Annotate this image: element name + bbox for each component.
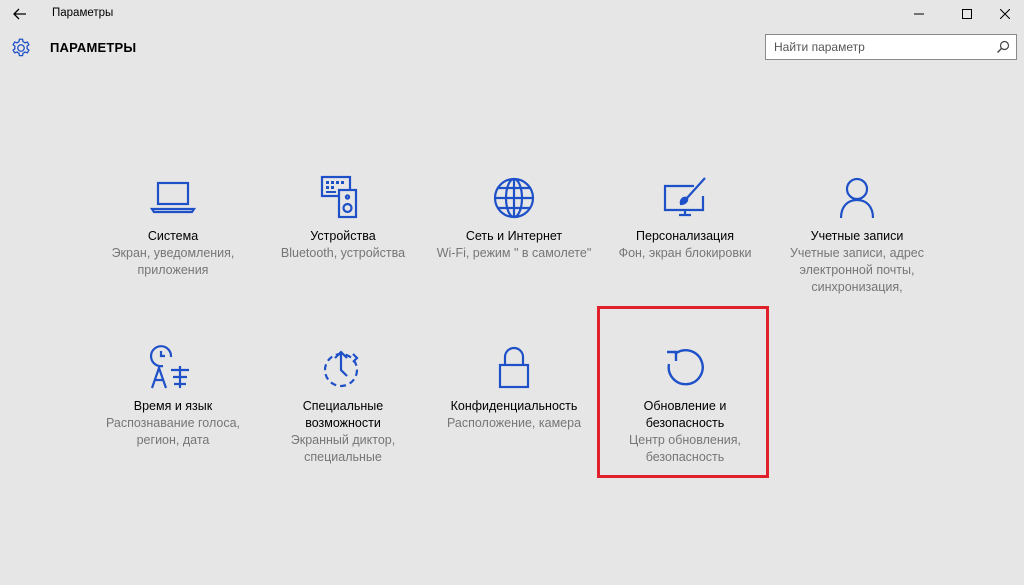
- close-button[interactable]: [982, 0, 1024, 28]
- tile-accounts[interactable]: Учетные записи Учетные записи, адрес эле…: [772, 174, 942, 296]
- tile-name: Время и язык: [133, 399, 213, 413]
- tile-name: Специальные возможности: [302, 399, 384, 430]
- gear-icon: [12, 38, 30, 57]
- tile-name: Конфиденциальность: [450, 399, 578, 413]
- tile-system[interactable]: Система Экран, уведомления, приложения: [88, 174, 258, 279]
- minimize-icon: [914, 13, 924, 15]
- tile-desc: Экран, уведомления, приложения: [111, 246, 235, 277]
- close-icon: [1000, 9, 1010, 19]
- tile-time-language[interactable]: Время и язык Распознавание голоса, регио…: [88, 344, 258, 449]
- personalization-icon: [663, 177, 706, 217]
- search-input[interactable]: [766, 35, 986, 59]
- tile-desc: Экранный диктор, специальные: [290, 433, 396, 464]
- devices-icon: [320, 175, 358, 219]
- tile-personalization[interactable]: Персонализация Фон, экран блокировки: [600, 174, 770, 262]
- window-title: Параметры: [52, 7, 114, 19]
- tile-desc: Фон, экран блокировки: [618, 246, 752, 260]
- search-box[interactable]: [765, 34, 1017, 60]
- tile-name: Учетные записи: [810, 229, 904, 243]
- tile-name: Персонализация: [636, 229, 734, 243]
- search-icon[interactable]: [996, 40, 1010, 54]
- laptop-icon: [149, 181, 197, 214]
- minimize-button[interactable]: [896, 0, 942, 28]
- tile-accessibility[interactable]: Специальные возможности Экранный диктор,…: [258, 344, 428, 466]
- title-bar: Параметры: [0, 0, 1024, 28]
- accessibility-icon: [323, 350, 359, 388]
- tile-desc: Расположение, камера: [446, 416, 582, 430]
- tile-privacy[interactable]: Конфиденциальность Расположение, камера: [429, 344, 599, 432]
- tile-desc: Wi-Fi, режим " в самолете": [436, 246, 592, 260]
- back-button[interactable]: [8, 4, 32, 24]
- highlight-frame: [597, 306, 769, 478]
- page-title: ПАРАМЕТРЫ: [50, 40, 137, 55]
- tile-name: Устройства: [310, 229, 376, 243]
- globe-icon: [493, 177, 535, 219]
- tile-name: Сеть и Интернет: [465, 229, 563, 243]
- tile-name: Система: [147, 229, 199, 243]
- lock-icon: [498, 346, 530, 389]
- maximize-icon: [962, 9, 972, 19]
- back-arrow-icon: [13, 8, 26, 20]
- person-icon: [839, 177, 875, 219]
- tile-desc: Распознавание голоса, регион, дата: [105, 416, 241, 447]
- tile-desc: Учетные записи, адрес электронной почты,…: [789, 246, 925, 294]
- tile-desc: Bluetooth, устройства: [280, 246, 406, 260]
- tile-devices[interactable]: Устройства Bluetooth, устройства: [258, 174, 428, 262]
- tile-network[interactable]: Сеть и Интернет Wi-Fi, режим " в самолет…: [429, 174, 599, 262]
- time-language-icon: [149, 345, 189, 389]
